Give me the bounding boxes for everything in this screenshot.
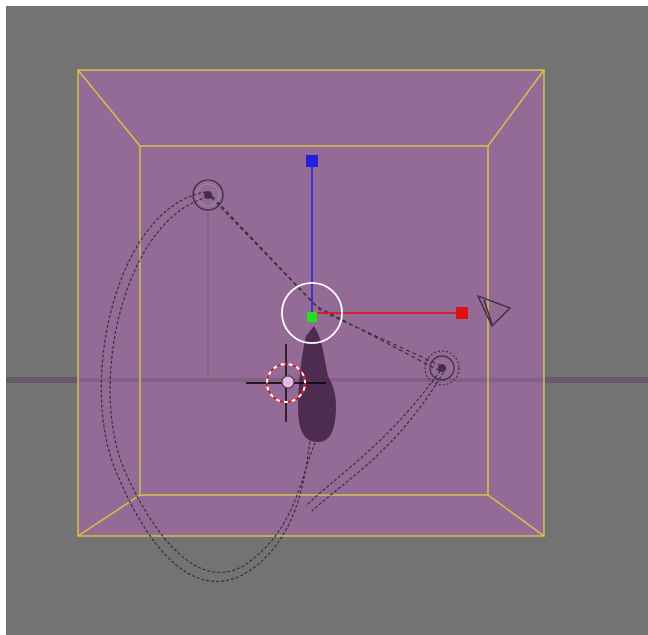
gizmo-y-handle[interactable] <box>306 155 318 167</box>
gizmo-x-handle[interactable] <box>456 307 468 319</box>
scene-canvas[interactable] <box>6 6 648 635</box>
room-box[interactable] <box>78 70 544 536</box>
3d-viewport[interactable] <box>6 6 648 635</box>
empty-target-icon[interactable] <box>192 179 224 211</box>
gizmo-center-handle[interactable] <box>307 312 317 322</box>
